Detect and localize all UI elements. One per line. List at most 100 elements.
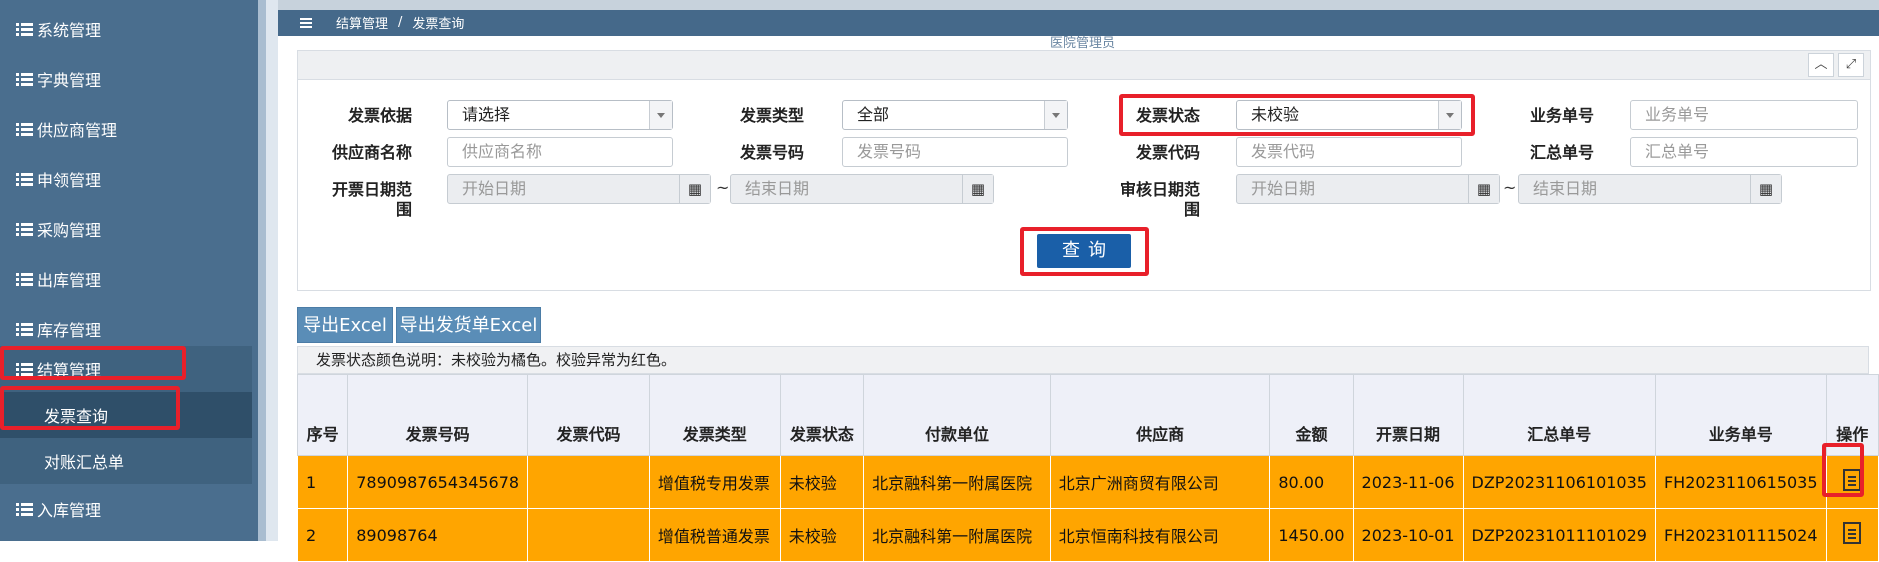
calendar-icon[interactable]: ▦ xyxy=(1468,175,1499,203)
top-strip xyxy=(278,0,1879,10)
cell-invoice-code xyxy=(527,508,650,562)
cell-amount: 80.00 xyxy=(1269,455,1354,509)
sidebar-item-dictionary[interactable]: 字典管理 xyxy=(0,56,252,102)
invoice-basis-label: 发票依据 xyxy=(347,106,412,125)
cell-summary-no: DZP20231106101035 xyxy=(1462,455,1656,509)
cell-invoice-no: 89098764 xyxy=(347,508,529,562)
user-menu-text[interactable]: 医院管理员 xyxy=(1050,32,1115,51)
sidebar-divider xyxy=(266,0,278,541)
audit-date-start-placeholder: 开始日期 xyxy=(1251,179,1316,198)
sidebar-item-supplier[interactable]: 供应商管理 xyxy=(0,106,252,152)
cell-payer: 北京融科第一附属医院 xyxy=(863,455,1051,509)
invoice-code-label: 发票代码 xyxy=(1135,143,1200,162)
calendar-icon[interactable]: ▦ xyxy=(679,175,710,203)
cell-action xyxy=(1825,508,1879,562)
menu-toggle-icon[interactable] xyxy=(300,17,312,28)
cell-issue-date: 2023-11-06 xyxy=(1352,455,1464,509)
cell-payer: 北京融科第一附属医院 xyxy=(863,508,1051,562)
cell-invoice-type: 增值税普通发票 xyxy=(648,508,781,562)
cell-issue-date: 2023-10-01 xyxy=(1352,508,1464,562)
chevron-down-icon xyxy=(1044,101,1067,129)
cell-supplier: 北京恒南科技有限公司 xyxy=(1049,508,1271,562)
audit-date-end-input[interactable]: 结束日期 ▦ xyxy=(1518,174,1782,204)
audit-date-start-input[interactable]: 开始日期 ▦ xyxy=(1236,174,1500,204)
issue-date-start-input[interactable]: 开始日期 ▦ xyxy=(447,174,711,204)
col-header-index: 序号 xyxy=(296,374,349,456)
sidebar-item-label: 申领管理 xyxy=(37,171,102,190)
sidebar-item-label: 出库管理 xyxy=(37,271,102,290)
cell-invoice-code xyxy=(527,455,650,509)
cell-invoice-status: 未校验 xyxy=(779,455,865,509)
cell-invoice-no: 7890987654345678 xyxy=(347,455,529,509)
invoice-code-input[interactable]: 发票代码 xyxy=(1236,137,1462,167)
supplier-name-input[interactable]: 供应商名称 xyxy=(447,137,673,167)
chevron-down-icon xyxy=(649,101,672,129)
export-excel-button[interactable]: 导出Excel xyxy=(297,307,393,343)
calendar-icon[interactable]: ▦ xyxy=(1750,175,1781,203)
sidebar-item-system[interactable]: 系统管理 xyxy=(0,6,252,52)
sidebar: 系统管理 字典管理 供应商管理 申领管理 采购管理 出库管理 库存管理 结算管理… xyxy=(0,0,258,541)
issue-date-end-input[interactable]: 结束日期 ▦ xyxy=(730,174,994,204)
col-header-issue-date: 开票日期 xyxy=(1352,374,1464,456)
sidebar-item-outbound[interactable]: 出库管理 xyxy=(0,256,252,302)
cell-invoice-type: 增值税专用发票 xyxy=(648,455,781,509)
cell-index: 1 xyxy=(296,455,349,509)
sidebar-menu: 系统管理 字典管理 供应商管理 申领管理 采购管理 出库管理 库存管理 结算管理… xyxy=(0,0,258,541)
issue-date-label-line2: 围 xyxy=(395,200,412,219)
highlight-settlement xyxy=(0,346,186,380)
col-header-summary-no: 汇总单号 xyxy=(1462,374,1656,456)
cell-amount: 1450.00 xyxy=(1269,508,1354,562)
business-no-input[interactable]: 业务单号 xyxy=(1630,100,1858,130)
cell-business-no: FH2023101115024 xyxy=(1654,508,1827,562)
sidebar-item-label: 字典管理 xyxy=(37,71,102,90)
sidebar-item-label: 入库管理 xyxy=(37,501,102,520)
table-row[interactable]: 2 89098764 增值税普通发票 未校验 北京融科第一附属医院 北京恒南科技… xyxy=(296,508,1879,562)
sidebar-item-inbound[interactable]: 入库管理 xyxy=(0,486,252,532)
list-icon xyxy=(16,502,33,516)
col-header-business-no: 业务单号 xyxy=(1654,374,1827,456)
list-icon xyxy=(16,72,33,86)
list-icon xyxy=(16,172,33,186)
sidebar-item-requisition[interactable]: 申领管理 xyxy=(0,156,252,202)
cell-business-no: FH2023110615035 xyxy=(1654,455,1827,509)
highlight-invoice-status xyxy=(1119,94,1475,136)
sidebar-scrollbar[interactable] xyxy=(258,0,266,541)
col-header-invoice-no: 发票号码 xyxy=(347,374,529,456)
list-icon xyxy=(16,272,33,286)
cell-summary-no: DZP20231011101029 xyxy=(1462,508,1656,562)
issue-date-label-line1: 开票日期范 xyxy=(331,180,412,199)
status-color-legend: 发票状态颜色说明：未校验为橘色。校验异常为红色。 xyxy=(297,346,1869,374)
col-header-invoice-type: 发票类型 xyxy=(648,374,781,456)
issue-date-label: 开票日期范 围 xyxy=(314,180,412,220)
date-range-separator: ~ xyxy=(716,178,730,197)
table-row[interactable]: 1 7890987654345678 增值税专用发票 未校验 北京融科第一附属医… xyxy=(296,455,1879,509)
invoice-no-input[interactable]: 发票号码 xyxy=(842,137,1068,167)
breadcrumb: 结算管理 / 发票查询 xyxy=(300,13,464,32)
expand-icon[interactable]: ⤢ xyxy=(1838,53,1864,77)
list-icon xyxy=(16,222,33,236)
sidebar-item-label: 系统管理 xyxy=(37,21,102,40)
highlight-action-icon xyxy=(1822,443,1864,497)
invoice-table: 序号 发票号码 发票代码 发票类型 发票状态 付款单位 供应商 金额 开票日期 … xyxy=(296,374,1879,562)
invoice-type-select[interactable]: 全部 xyxy=(842,100,1068,130)
breadcrumb-current: 发票查询 xyxy=(412,17,465,32)
invoice-type-value: 全部 xyxy=(857,105,890,124)
sidebar-item-purchase[interactable]: 采购管理 xyxy=(0,206,252,252)
summary-no-label: 汇总单号 xyxy=(1529,143,1594,162)
summary-no-input[interactable]: 汇总单号 xyxy=(1630,137,1858,167)
invoice-basis-select[interactable]: 请选择 xyxy=(447,100,673,130)
export-delivery-excel-button[interactable]: 导出发货单Excel xyxy=(396,307,541,343)
cell-index: 2 xyxy=(296,508,349,562)
table-header-row: 序号 发票号码 发票代码 发票类型 发票状态 付款单位 供应商 金额 开票日期 … xyxy=(296,374,1879,456)
invoice-basis-value: 请选择 xyxy=(462,105,511,124)
sidebar-subitem-reconciliation[interactable]: 对账汇总单 xyxy=(0,438,252,484)
calendar-icon[interactable]: ▦ xyxy=(962,175,993,203)
business-no-label: 业务单号 xyxy=(1529,106,1594,125)
sidebar-item-label: 供应商管理 xyxy=(37,121,118,140)
sidebar-subitem-label: 对账汇总单 xyxy=(44,453,125,472)
breadcrumb-parent[interactable]: 结算管理 xyxy=(336,13,388,32)
panel-header: ︿ ⤢ xyxy=(298,51,1870,80)
invoice-no-label: 发票号码 xyxy=(739,143,804,162)
cell-supplier: 北京广洲商贸有限公司 xyxy=(1049,455,1271,509)
chevron-up-icon[interactable]: ︿ xyxy=(1808,53,1834,77)
